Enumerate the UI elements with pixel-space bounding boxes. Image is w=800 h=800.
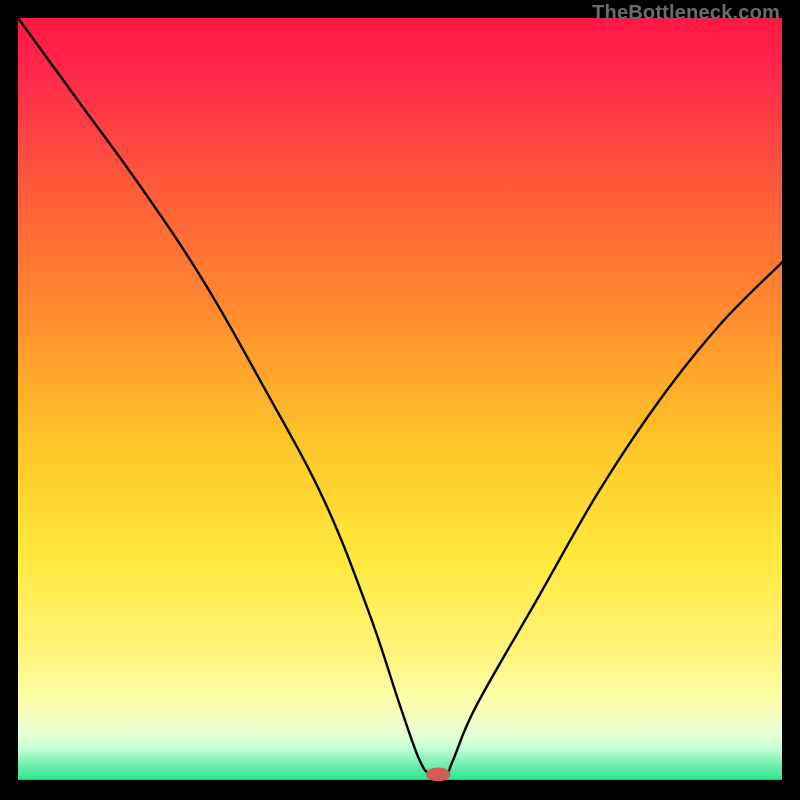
gradient-background	[18, 18, 782, 782]
chart-frame: TheBottleneck.com	[0, 0, 800, 800]
watermark-label: TheBottleneck.com	[592, 2, 780, 25]
optimum-marker	[426, 767, 450, 781]
plot-area	[18, 18, 782, 782]
chart-svg	[18, 18, 782, 782]
